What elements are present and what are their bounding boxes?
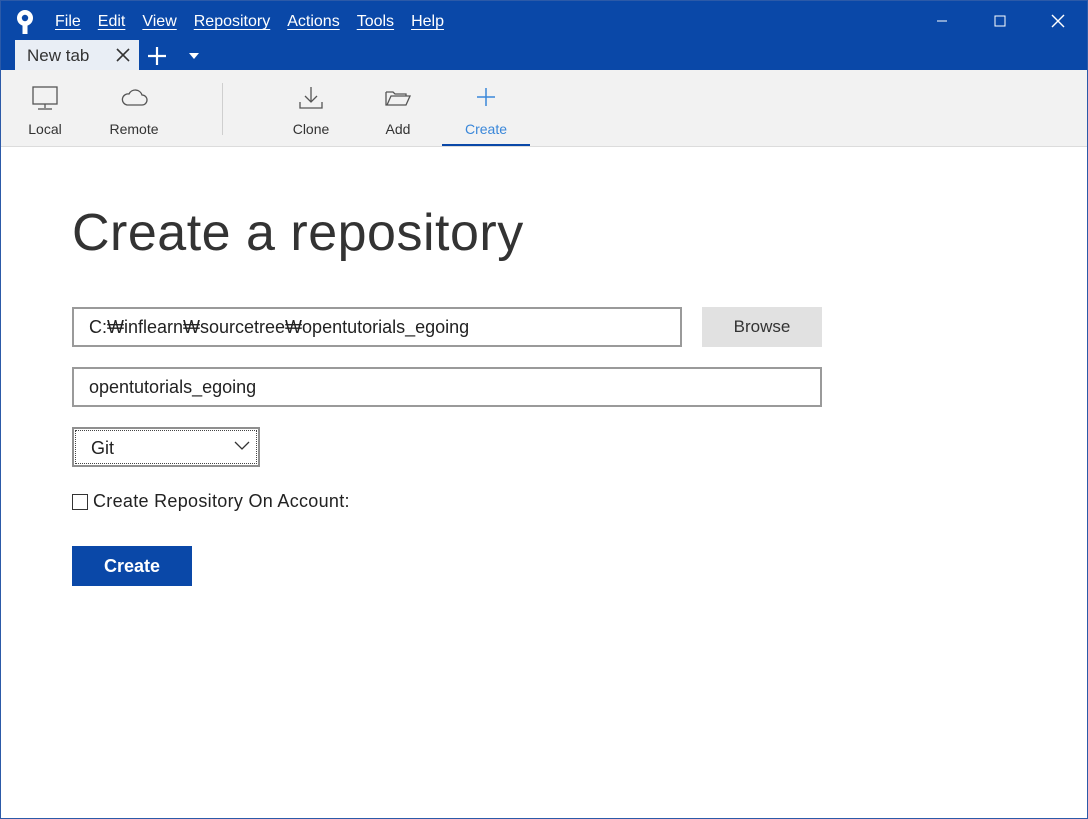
window-controls (913, 1, 1087, 41)
folder-open-icon (385, 91, 412, 106)
download-icon (299, 87, 323, 109)
toolbar-add-button[interactable]: Add (358, 70, 438, 146)
app-window: File Edit View Repository Actions Tools … (0, 0, 1088, 819)
tab-close-icon[interactable] (115, 47, 131, 63)
menu-tools[interactable]: Tools (357, 12, 394, 32)
toolbar-local-label: Local (28, 121, 62, 137)
cloud-icon (121, 89, 148, 106)
monitor-icon (32, 86, 58, 110)
create-on-account-row: Create Repository On Account: (72, 491, 350, 512)
toolbar-create-label: Create (464, 121, 508, 137)
toolbar-remote-label: Remote (109, 121, 159, 137)
create-on-account-checkbox[interactable] (72, 493, 88, 510)
maximize-icon (994, 15, 1006, 27)
active-indicator (442, 144, 530, 146)
toolbar-create-button[interactable]: Create (442, 70, 530, 146)
page-title: Create a repository (72, 204, 524, 262)
menu-help[interactable]: Help (411, 12, 444, 32)
add-tab-icon[interactable] (146, 45, 168, 67)
title-bar: File Edit View Repository Actions Tools … (1, 1, 1087, 71)
toolbar-remote-button[interactable]: Remote (94, 70, 174, 146)
tab-new-tab[interactable]: New tab (15, 40, 139, 71)
minimize-button[interactable] (913, 1, 971, 41)
menu-actions[interactable]: Actions (287, 12, 339, 32)
toolbar-divider (222, 83, 223, 135)
chevron-down-icon (234, 441, 250, 450)
close-icon (1051, 14, 1065, 28)
tab-dropdown-icon[interactable] (187, 51, 201, 61)
toolbar: Local Remote Clone Add Create (1, 70, 1087, 147)
menu-edit[interactable]: Edit (98, 12, 126, 32)
tab-label: New tab (27, 45, 90, 65)
toolbar-add-label: Add (385, 121, 411, 137)
create-button[interactable]: Create (72, 546, 192, 586)
repository-name-input[interactable]: opentutorials_egoing (72, 367, 822, 407)
minimize-icon (937, 20, 947, 22)
sourcetree-logo-icon[interactable] (14, 9, 36, 35)
menu-repository[interactable]: Repository (194, 12, 270, 32)
toolbar-local-button[interactable]: Local (5, 70, 85, 146)
vcs-type-select[interactable]: Git (72, 427, 260, 467)
toolbar-clone-label: Clone (292, 121, 330, 137)
create-on-account-label[interactable]: Create Repository On Account: (93, 491, 350, 512)
menu-bar: File Edit View Repository Actions Tools … (55, 12, 461, 32)
toolbar-clone-button[interactable]: Clone (271, 70, 351, 146)
vcs-selected-value: Git (91, 438, 115, 458)
plus-icon (477, 88, 495, 106)
destination-path-input[interactable]: C:₩inflearn₩sourcetree₩opentutorials_ego… (72, 307, 682, 347)
menu-file[interactable]: File (55, 12, 81, 32)
close-window-button[interactable] (1029, 1, 1087, 41)
menu-view[interactable]: View (142, 12, 176, 32)
maximize-button[interactable] (971, 1, 1029, 41)
browse-button[interactable]: Browse (702, 307, 822, 347)
